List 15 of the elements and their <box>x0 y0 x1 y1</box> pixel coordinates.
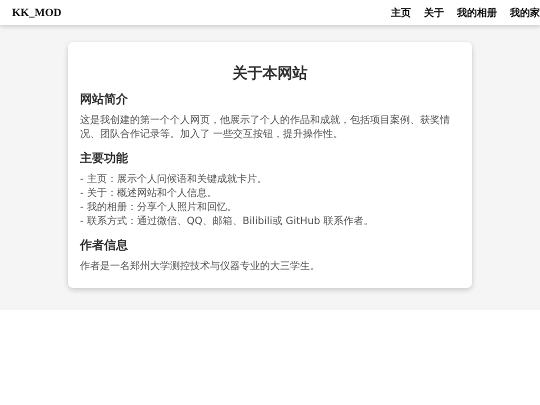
nav-link[interactable]: 主页 <box>391 6 411 20</box>
section-heading: 作者信息 <box>80 237 129 254</box>
nav-link[interactable]: 我的家 <box>510 6 540 20</box>
page-title: 关于本网站 <box>231 64 308 83</box>
section-heading: 网站简介 <box>80 91 129 108</box>
nav-link[interactable]: 关于 <box>424 6 444 20</box>
body-text: - 主页：展示个人问候语和关键成就卡片。 <box>80 173 268 187</box>
body-text: 这是我创建的第一个个人网页，他展示了个人的作品和成就，包括项目案例、获奖情况、团队合作记录等。加入了 一些交互按钮，提升操作性。 <box>80 114 451 142</box>
site-logo[interactable]: KK_MOD <box>12 6 62 18</box>
body-text: 作者是一名郑州大学测控技术与仪器专业的大三学生。 <box>80 260 321 274</box>
body-text: - 我的相册：分享个人照片和回忆。 <box>80 201 238 215</box>
section-heading: 主要功能 <box>80 150 129 167</box>
body-text: - 联系方式：通过微信、QQ、邮箱、Bilibili或 GitHub 联系作者。 <box>80 215 374 229</box>
body-text: - 关于：概述网站和个人信息。 <box>80 187 218 201</box>
nav-link[interactable]: 我的相册 <box>457 6 497 20</box>
